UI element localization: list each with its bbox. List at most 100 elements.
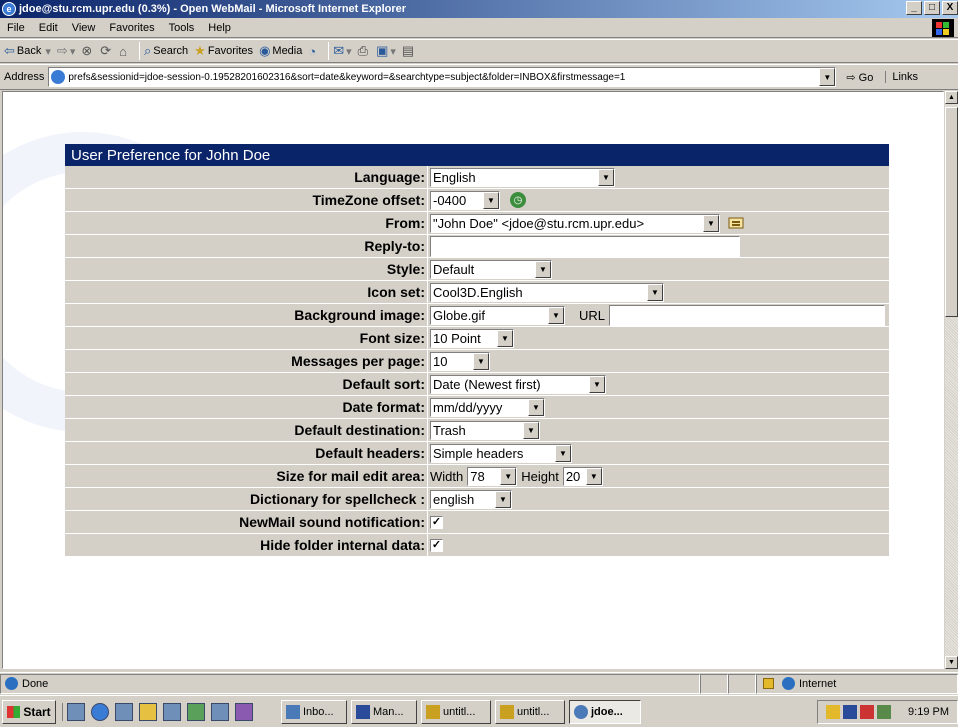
address-book-icon[interactable] <box>726 215 746 231</box>
pref-row-default-sort: Default sort: Date (Newest first) ▼ <box>65 373 889 396</box>
pref-row-edit-area: Size for mail edit area: Width 78 ▼ Height 2… <box>65 465 889 488</box>
search-button[interactable]: ⌕ Search <box>144 43 188 59</box>
refresh-button[interactable]: ⟳ <box>100 43 113 59</box>
tray-icon[interactable] <box>826 704 841 719</box>
start-button[interactable]: Start <box>2 699 56 724</box>
replyto-input[interactable] <box>430 235 740 257</box>
scroll-down-icon[interactable]: ▼ <box>945 656 958 669</box>
tray-icon[interactable] <box>860 704 875 719</box>
fontsize-select[interactable]: 10 Point ▼ <box>430 328 514 348</box>
forward-button[interactable]: ⇨ ▾ <box>57 43 75 59</box>
links-button[interactable]: Links <box>885 71 918 83</box>
clock[interactable]: 9:19 PM <box>908 706 949 718</box>
favorites-icon: ★ <box>194 43 206 58</box>
media-player-icon[interactable] <box>235 702 253 721</box>
default-headers-select[interactable]: Simple headers ▼ <box>430 443 572 463</box>
outlook-icon[interactable] <box>139 702 157 721</box>
msgs-per-page-label: Messages per page: <box>65 350 427 372</box>
status-cell <box>700 673 728 694</box>
task-jdoe-browser[interactable]: jdoe... <box>569 699 641 724</box>
menu-help[interactable]: Help <box>201 22 238 34</box>
home-button[interactable]: ⌂ <box>119 44 129 59</box>
go-button[interactable]: ⇨ Go <box>846 71 873 84</box>
default-headers-label: Default headers: <box>65 442 427 464</box>
menu-view[interactable]: View <box>65 22 103 34</box>
bgimage-url-input[interactable] <box>609 304 886 326</box>
security-zone: Internet <box>756 673 958 694</box>
menu-bar: File Edit View Favorites Tools Help <box>0 18 958 38</box>
task-untitled-2[interactable]: untitl... <box>495 699 565 724</box>
edit-width-select[interactable]: 78 ▼ <box>467 466 518 486</box>
task-untitled-1[interactable]: untitl... <box>421 699 491 724</box>
mail-dropdown-icon[interactable]: ▾ <box>346 45 352 58</box>
hide-folder-checkbox[interactable]: ✓ <box>430 538 443 552</box>
edit-icon: ▣ <box>376 43 389 58</box>
edit-height-select[interactable]: 20 ▼ <box>562 466 603 486</box>
address-dropdown-icon[interactable]: ▼ <box>819 68 836 86</box>
maximize-button[interactable]: □ <box>924 1 940 15</box>
style-select[interactable]: Default ▼ <box>430 259 552 279</box>
minimize-button[interactable]: _ <box>906 1 922 15</box>
vertical-scrollbar[interactable]: ▲ ▼ <box>945 91 958 669</box>
network-tray-icon[interactable] <box>877 704 892 719</box>
menu-tools[interactable]: Tools <box>162 22 202 34</box>
pref-row-iconset: Icon set: Cool3D.English ▼ <box>65 281 889 304</box>
scroll-up-icon[interactable]: ▲ <box>945 91 958 104</box>
dictionary-select[interactable]: english ▼ <box>430 489 512 509</box>
forward-dropdown-icon[interactable]: ▾ <box>70 45 76 58</box>
date-format-select[interactable]: mm/dd/yyyy ▼ <box>430 397 545 417</box>
pref-row-default-destination: Default destination: Trash ▼ <box>65 419 889 442</box>
chevron-down-icon: ▼ <box>500 467 517 485</box>
timezone-clock-icon[interactable]: ◷ <box>510 192 526 208</box>
pref-row-from: From: "John Doe" <jdoe@stu.rcm.upr.edu> ▼ <box>65 212 889 235</box>
chevron-down-icon: ▼ <box>495 490 511 508</box>
edit-button[interactable]: ▣ ▾ <box>376 43 396 59</box>
chevron-down-icon: ▼ <box>555 444 571 462</box>
msgs-per-page-select[interactable]: 10 ▼ <box>430 351 490 371</box>
default-sort-select[interactable]: Date (Newest first) ▼ <box>430 374 606 394</box>
menu-edit[interactable]: Edit <box>32 22 65 34</box>
bgimage-select[interactable]: Globe.gif ▼ <box>430 305 565 325</box>
network-icon[interactable] <box>115 702 133 721</box>
iconset-select[interactable]: Cool3D.English ▼ <box>430 282 664 302</box>
menu-file[interactable]: File <box>0 22 32 34</box>
from-select[interactable]: "John Doe" <jdoe@stu.rcm.upr.edu> ▼ <box>430 213 720 233</box>
history-button[interactable]: ◔ <box>308 44 318 59</box>
ie-task-icon <box>574 704 588 719</box>
default-destination-select[interactable]: Trash ▼ <box>430 420 540 440</box>
chevron-down-icon: ▼ <box>585 467 602 485</box>
media-button[interactable]: ◉ Media <box>259 43 302 59</box>
timezone-select[interactable]: -0400 ▼ <box>430 190 500 210</box>
task-manual[interactable]: Man... <box>351 699 417 724</box>
address-input[interactable]: prefs&sessionid=jdoe-session-0.195282016… <box>48 67 837 87</box>
task-inbox[interactable]: Inbo... <box>281 699 347 724</box>
menu-favorites[interactable]: Favorites <box>102 22 161 34</box>
mail-button[interactable]: ✉ ▾ <box>333 43 351 59</box>
sound-notification-label: NewMail sound notification: <box>65 511 427 533</box>
show-desktop-icon[interactable] <box>67 702 85 721</box>
language-tray-icon[interactable] <box>843 704 858 719</box>
discuss-button[interactable]: ▤ <box>402 43 416 59</box>
address-bar: Address prefs&sessionid=jdoe-session-0.1… <box>0 64 958 90</box>
print-button[interactable]: ⎙ <box>358 43 370 59</box>
sound-notification-checkbox[interactable]: ✓ <box>430 515 443 529</box>
edit-width-label: Width <box>430 468 464 484</box>
scroll-thumb[interactable] <box>945 107 958 317</box>
stop-button[interactable]: ⊗ <box>81 43 94 59</box>
style-label: Style: <box>65 258 427 280</box>
ie-launch-icon[interactable] <box>91 702 109 721</box>
windows-logo-icon <box>932 19 954 37</box>
edit-dropdown-icon[interactable]: ▾ <box>390 45 396 58</box>
close-button[interactable]: X <box>942 1 958 15</box>
messenger-icon[interactable] <box>163 702 181 721</box>
photo-icon[interactable] <box>211 702 229 721</box>
publisher-icon[interactable] <box>187 702 205 721</box>
favorites-button[interactable]: ★ Favorites <box>194 43 253 59</box>
preference-header: User Preference for John Doe <box>65 144 889 166</box>
back-button[interactable]: ⇦ Back ▾ <box>4 43 51 59</box>
address-label: Address <box>4 71 45 83</box>
home-icon: ⌂ <box>119 43 128 59</box>
back-dropdown-icon[interactable]: ▾ <box>45 45 51 58</box>
language-select[interactable]: English ▼ <box>430 167 615 187</box>
pref-row-replyto: Reply-to: <box>65 235 889 258</box>
